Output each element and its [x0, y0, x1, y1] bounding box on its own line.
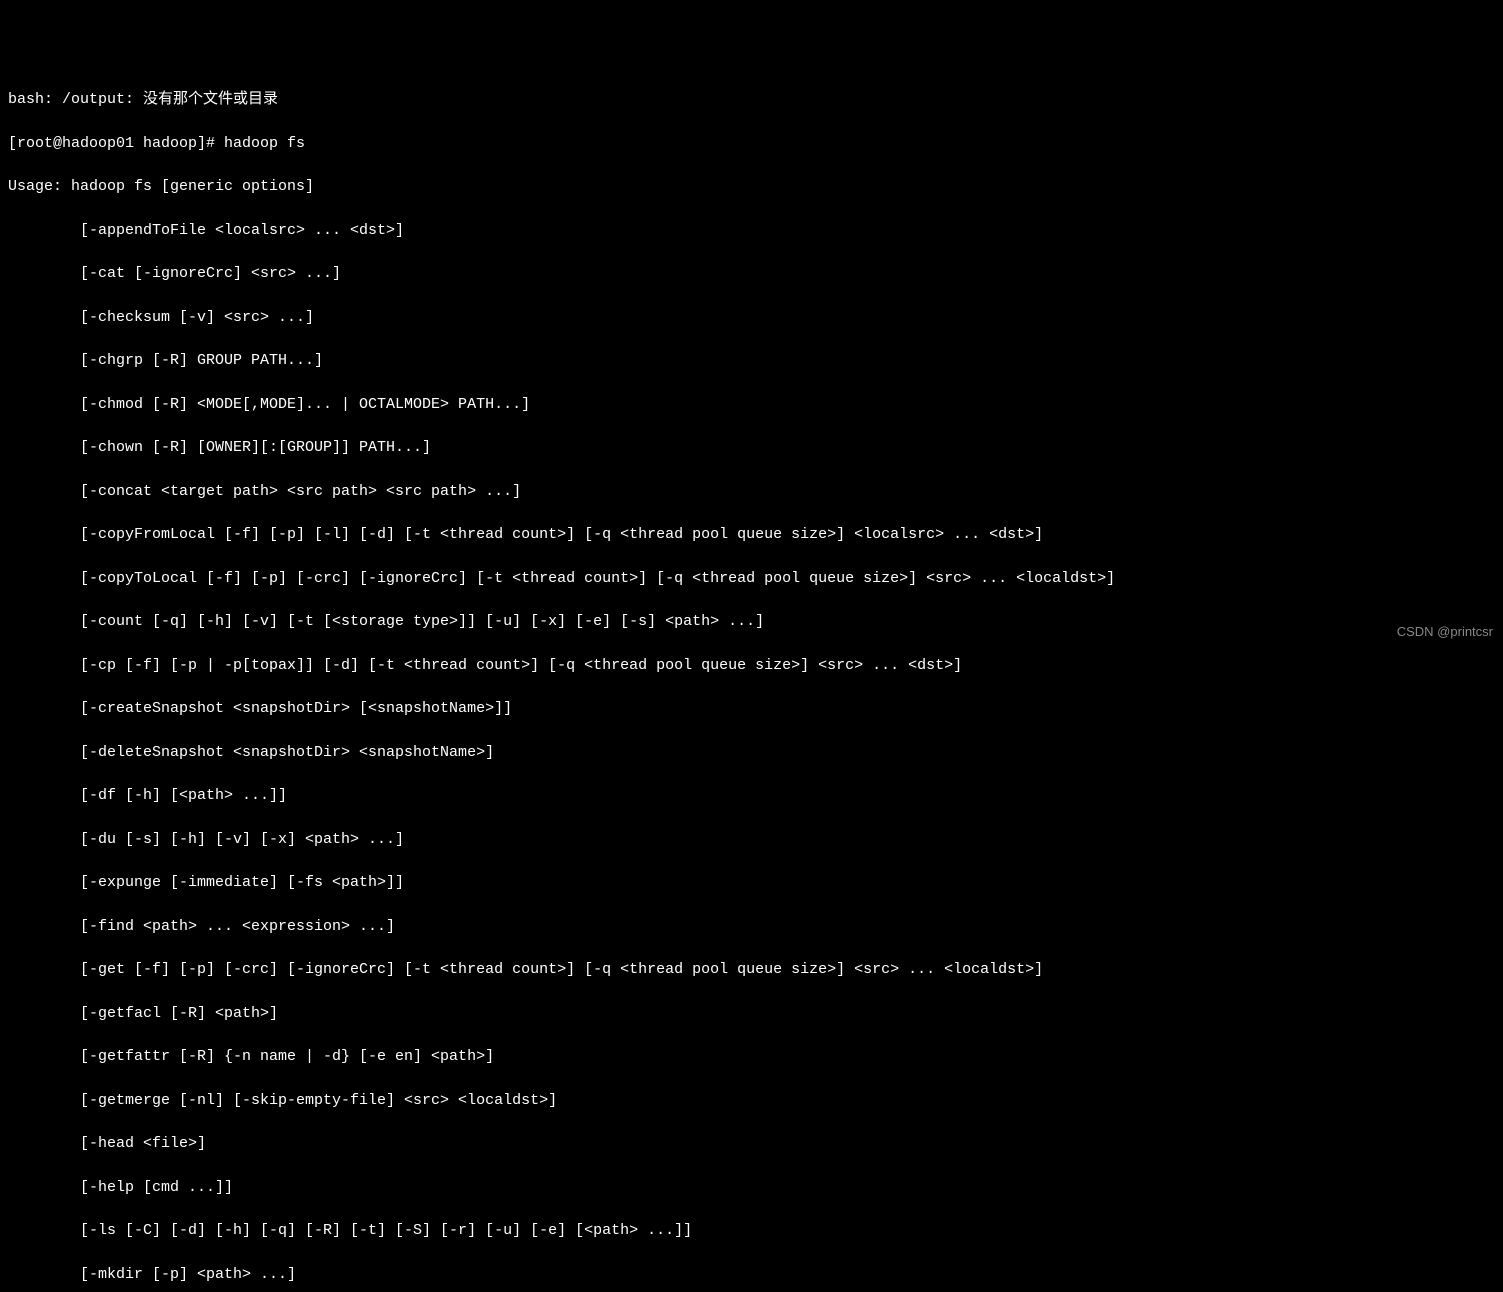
option-line: [-getmerge [-nl] [-skip-empty-file] <src… — [8, 1090, 1495, 1112]
shell-prompt: [root@hadoop01 hadoop]# — [8, 135, 224, 152]
option-line: [-deleteSnapshot <snapshotDir> <snapshot… — [8, 742, 1495, 764]
option-line: [-du [-s] [-h] [-v] [-x] <path> ...] — [8, 829, 1495, 851]
option-line: [-concat <target path> <src path> <src p… — [8, 481, 1495, 503]
error-prefix: bash: /output: — [8, 91, 143, 108]
error-line: bash: /output: 没有那个文件或目录 — [8, 89, 1495, 111]
option-line: [-cat [-ignoreCrc] <src> ...] — [8, 263, 1495, 285]
option-line: [-expunge [-immediate] [-fs <path>]] — [8, 872, 1495, 894]
option-line: [-help [cmd ...]] — [8, 1177, 1495, 1199]
option-line: [-count [-q] [-h] [-v] [-t [<storage typ… — [8, 611, 1495, 633]
option-line: [-checksum [-v] <src> ...] — [8, 307, 1495, 329]
command-input: hadoop fs — [224, 135, 305, 152]
error-message: 没有那个文件或目录 — [143, 91, 278, 108]
option-line: [-get [-f] [-p] [-crc] [-ignoreCrc] [-t … — [8, 959, 1495, 981]
watermark-text: CSDN @printcsr — [1397, 623, 1493, 642]
option-line: [-find <path> ... <expression> ...] — [8, 916, 1495, 938]
option-line: [-df [-h] [<path> ...]] — [8, 785, 1495, 807]
option-line: [-head <file>] — [8, 1133, 1495, 1155]
option-line: [-mkdir [-p] <path> ...] — [8, 1264, 1495, 1286]
option-line: [-cp [-f] [-p | -p[topax]] [-d] [-t <thr… — [8, 655, 1495, 677]
usage-header: Usage: hadoop fs [generic options] — [8, 176, 1495, 198]
option-line: [-createSnapshot <snapshotDir> [<snapsho… — [8, 698, 1495, 720]
prompt-line[interactable]: [root@hadoop01 hadoop]# hadoop fs — [8, 133, 1495, 155]
option-line: [-ls [-C] [-d] [-h] [-q] [-R] [-t] [-S] … — [8, 1220, 1495, 1242]
option-line: [-chgrp [-R] GROUP PATH...] — [8, 350, 1495, 372]
option-line: [-appendToFile <localsrc> ... <dst>] — [8, 220, 1495, 242]
option-line: [-getfacl [-R] <path>] — [8, 1003, 1495, 1025]
option-line: [-getfattr [-R] {-n name | -d} [-e en] <… — [8, 1046, 1495, 1068]
option-line: [-chown [-R] [OWNER][:[GROUP]] PATH...] — [8, 437, 1495, 459]
option-line: [-copyToLocal [-f] [-p] [-crc] [-ignoreC… — [8, 568, 1495, 590]
option-line: [-chmod [-R] <MODE[,MODE]... | OCTALMODE… — [8, 394, 1495, 416]
option-line: [-copyFromLocal [-f] [-p] [-l] [-d] [-t … — [8, 524, 1495, 546]
